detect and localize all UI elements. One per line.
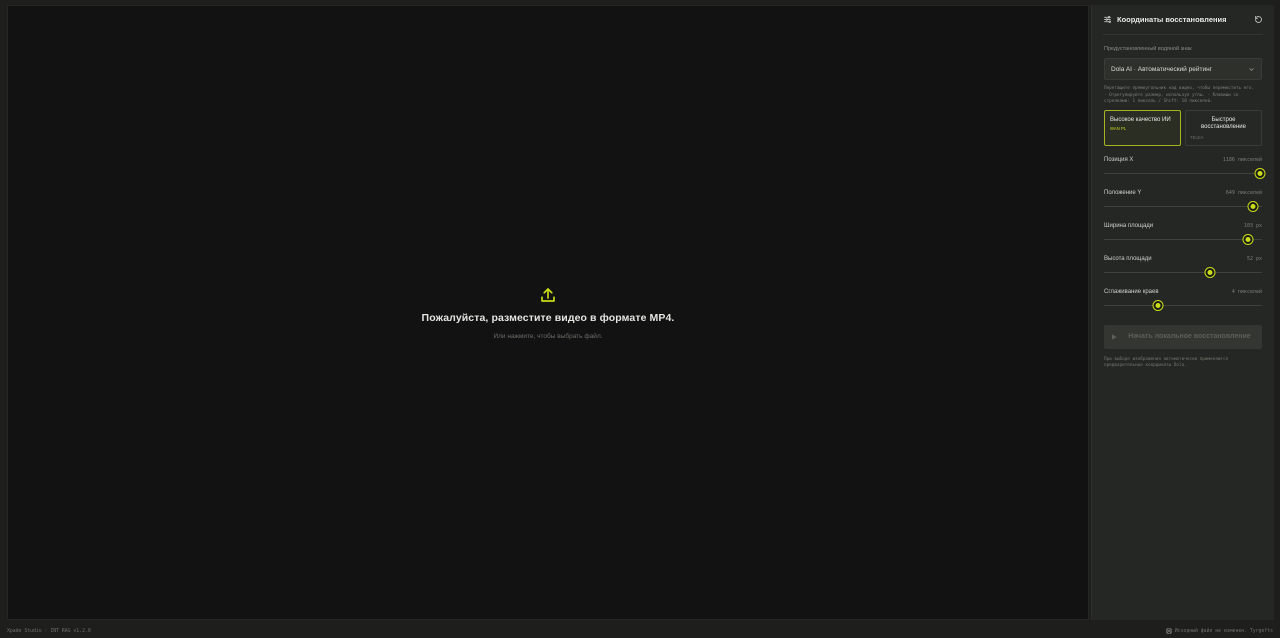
start-restoration-button[interactable]: Начать локальное восстановление: [1104, 324, 1262, 349]
slider-label: Положение Y: [1104, 189, 1142, 196]
upload-icon: [541, 287, 555, 302]
slider-label: Ширина площади: [1104, 222, 1154, 229]
status-right-group: Исходный файл не изменен. Tyrgefts: [1166, 628, 1273, 634]
play-icon: [1112, 333, 1117, 340]
slider-label: Высота площади: [1104, 255, 1152, 262]
mode-selector: Высокое качество ИИ WAN PL Быстрое восст…: [1104, 109, 1262, 146]
slider-label: Сглаживание краев: [1104, 288, 1159, 295]
preset-value: Dola AI · Автоматический рейтинг: [1111, 65, 1213, 73]
preset-label: Предустановленный водяной знак: [1104, 46, 1192, 52]
footer-note: При выборе изображения автоматически при…: [1104, 356, 1229, 369]
mode-fast-restore[interactable]: Быстрое восстановление TELEA: [1185, 109, 1262, 146]
slider-value: 1186 пикселей: [1222, 156, 1262, 163]
slider-position-x: Позиция X 1186 пикселей: [1104, 155, 1265, 179]
restoration-panel: Координаты восстановления Предустановлен…: [1091, 5, 1274, 620]
drag-hint: Перетащите прямоугольник над видео, чтоб…: [1104, 86, 1255, 104]
panel-title: Координаты восстановления: [1117, 15, 1227, 24]
slider-track[interactable]: [1104, 201, 1262, 212]
upload-title: Пожалуйста, разместите видео в формате M…: [421, 311, 675, 324]
slider-track[interactable]: [1104, 300, 1262, 311]
slider-edge-smoothing: Сглаживание краев 4 пикселей: [1104, 287, 1262, 311]
slider-value: 52 px: [1246, 255, 1262, 262]
mode-tag: TELEA: [1190, 134, 1204, 140]
disk-icon: [1166, 628, 1172, 634]
slider-thumb[interactable]: [1205, 267, 1215, 277]
slider-thumb[interactable]: [1248, 201, 1258, 211]
slider-label: Позиция X: [1104, 156, 1134, 163]
video-drop-zone[interactable]: Пожалуйста, разместите видео в формате M…: [7, 5, 1089, 620]
start-label: Начать локальное восстановление: [1128, 333, 1251, 340]
status-bar: Xpade Studio · INT RAG v1.2.0 Исходный ф…: [0, 624, 1280, 638]
mode-tag: WAN PL: [1110, 126, 1127, 131]
watermark-preset-select[interactable]: Dola AI · Автоматический рейтинг: [1104, 58, 1262, 80]
slider-track[interactable]: [1104, 168, 1265, 179]
slider-area-height: Высота площади 52 px: [1104, 254, 1262, 278]
slider-area-width: Ширина площади 103 px: [1104, 221, 1262, 245]
sliders-icon: [1104, 16, 1111, 23]
chevron-down-icon: [1249, 67, 1254, 71]
slider-thumb[interactable]: [1243, 234, 1253, 244]
mode-label: Быстрое восстановление: [1200, 116, 1246, 131]
slider-thumb[interactable]: [1153, 300, 1163, 310]
slider-track[interactable]: [1104, 234, 1262, 245]
status-left: Xpade Studio · INT RAG v1.2.0: [7, 628, 91, 634]
status-right: Исходный файл не изменен. Tyrgefts: [1174, 628, 1273, 634]
slider-position-y: Положение Y 649 пикселей: [1104, 188, 1262, 212]
mode-label: Высокое качество ИИ: [1110, 116, 1171, 123]
upload-subtitle: Или нажмите, чтобы выбрать файл.: [493, 332, 603, 340]
slider-value: 4 пикселей: [1231, 288, 1262, 295]
slider-value: 649 пикселей: [1225, 189, 1262, 196]
slider-track[interactable]: [1104, 267, 1262, 278]
slider-value: 103 px: [1243, 222, 1262, 229]
mode-high-quality-ai[interactable]: Высокое качество ИИ WAN PL: [1104, 109, 1181, 146]
slider-thumb[interactable]: [1255, 168, 1265, 178]
reset-icon[interactable]: [1254, 15, 1263, 24]
panel-header: Координаты восстановления: [1103, 5, 1263, 35]
